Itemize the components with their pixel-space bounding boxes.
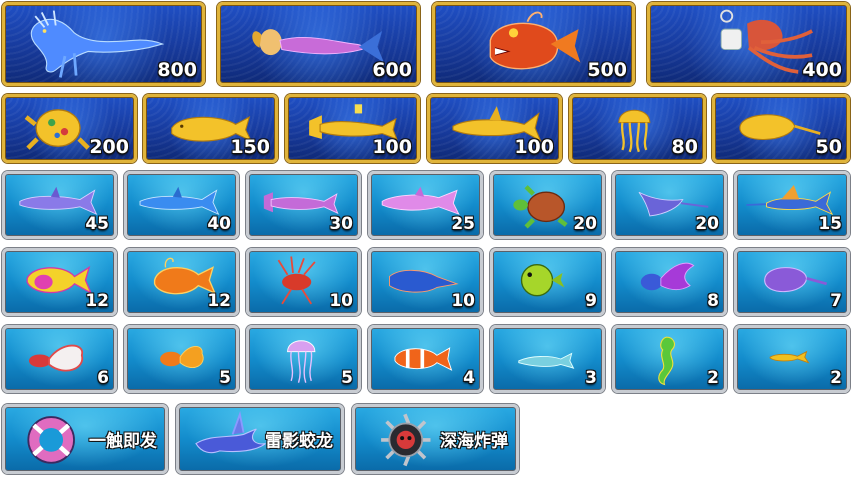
skill-label: 深海炸弹 (440, 431, 508, 452)
fish-card-squid[interactable]: 400 (647, 2, 850, 86)
fish-value: 500 (587, 59, 627, 81)
fish-card-mermaid[interactable]: 600 (217, 2, 420, 86)
fish-value: 800 (157, 59, 197, 81)
fish-value: 30 (329, 214, 353, 234)
fish-card-clownfish[interactable]: 4 (368, 325, 483, 393)
fish-card-lionhead-fish[interactable]: 8 (612, 248, 727, 316)
fish-card-small-shark[interactable]: 3 (490, 325, 605, 393)
fish-value: 12 (207, 291, 231, 311)
fish-value: 400 (802, 59, 842, 81)
fish-card-pufferfish[interactable]: 9 (490, 248, 605, 316)
fish-card-red-anglerfish[interactable]: 500 (432, 2, 635, 86)
fish-value: 45 (85, 214, 109, 234)
fish-card-swordfish[interactable]: 15 (734, 171, 850, 239)
fish-card-purple-shark[interactable]: 45 (2, 171, 117, 239)
fish-value: 80 (671, 136, 698, 158)
fish-value: 600 (372, 59, 412, 81)
fish-value: 8 (707, 291, 719, 311)
fish-value: 12 (85, 291, 109, 311)
fish-card-jellyfish[interactable]: 5 (246, 325, 361, 393)
fish-value: 25 (451, 214, 475, 234)
fish-card-golden-horseshoe-crab[interactable]: 50 (712, 94, 850, 163)
fish-card-golden-hammerhead[interactable]: 100 (285, 94, 420, 163)
fish-value: 200 (89, 136, 129, 158)
fish-value: 100 (372, 136, 412, 158)
fish-card-golden-turtle[interactable]: 200 (2, 94, 137, 163)
fish-value: 150 (230, 136, 270, 158)
fish-card-horseshoe-crab[interactable]: 7 (734, 248, 850, 316)
fish-card-lionfish[interactable]: 10 (246, 248, 361, 316)
fish-card-dolphin[interactable]: 25 (368, 171, 483, 239)
fish-value: 7 (830, 291, 842, 311)
fish-card-sea-turtle[interactable]: 20 (490, 171, 605, 239)
skill-card-deep-sea-bomb[interactable]: 深海炸弹 (352, 404, 519, 474)
fish-card-sawfish[interactable]: 10 (368, 248, 483, 316)
skill-label: 一触即发 (89, 431, 157, 452)
fish-card-seahorse[interactable]: 2 (612, 325, 727, 393)
fish-value: 3 (585, 368, 597, 388)
skill-card-one-touch-trigger[interactable]: 一触即发 (2, 404, 168, 474)
fish-card-hammerhead[interactable]: 30 (246, 171, 361, 239)
fish-card-golden-jellyfish[interactable]: 80 (569, 94, 706, 163)
fish-card-golden-shark[interactable]: 100 (427, 94, 562, 163)
fish-card-golden-whale[interactable]: 150 (143, 94, 278, 163)
fish-card-betta[interactable]: 6 (2, 325, 117, 393)
fish-value: 20 (573, 214, 597, 234)
fish-value: 4 (463, 368, 475, 388)
fish-value: 20 (695, 214, 719, 234)
fish-value: 10 (451, 291, 475, 311)
fish-value: 50 (815, 136, 842, 158)
fish-value: 10 (329, 291, 353, 311)
fish-value: 5 (341, 368, 353, 388)
fish-value: 6 (97, 368, 109, 388)
fish-card-small-fish[interactable]: 2 (734, 325, 850, 393)
fish-value: 5 (219, 368, 231, 388)
fish-card-goldfish[interactable]: 5 (124, 325, 239, 393)
fish-value: 40 (207, 214, 231, 234)
fish-value: 2 (830, 368, 842, 388)
fish-card-parrotfish[interactable]: 12 (2, 248, 117, 316)
fish-value: 15 (818, 214, 842, 234)
fish-value: 2 (707, 368, 719, 388)
fish-card-manta-ray[interactable]: 20 (612, 171, 727, 239)
fish-value: 100 (514, 136, 554, 158)
fish-card-dragon[interactable]: 800 (2, 2, 205, 86)
fish-value: 9 (585, 291, 597, 311)
skill-card-thunder-dragon[interactable]: 雷影蛟龙 (176, 404, 344, 474)
skill-label: 雷影蛟龙 (265, 431, 333, 452)
fish-card-anglerfish[interactable]: 12 (124, 248, 239, 316)
fish-card-blue-shark[interactable]: 40 (124, 171, 239, 239)
